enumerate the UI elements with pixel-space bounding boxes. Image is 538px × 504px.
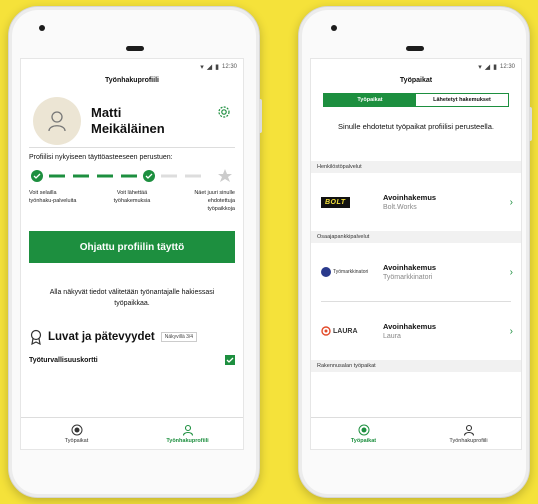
nav-jobs-label: Työpaikat: [350, 437, 377, 444]
job-title: Avoinhakemus: [383, 263, 437, 272]
first-name: Matti: [91, 105, 122, 120]
category-header: Henkilöstöpalvelut: [311, 161, 521, 173]
job-title: Avoinhakemus: [383, 193, 437, 202]
speaker: [126, 46, 144, 51]
chevron-right-icon: ›: [509, 326, 513, 337]
user-icon: [182, 424, 193, 436]
user-name: Matti Meikäläinen: [91, 105, 165, 137]
profile-header: Matti Meikäläinen: [21, 89, 243, 147]
tab-jobs[interactable]: Työpaikat: [324, 94, 416, 106]
bottom-nav: Työpaikat Työnhakuprofiili: [21, 417, 243, 449]
avatar[interactable]: [33, 97, 81, 145]
list-item[interactable]: Työturvallisuuskortti: [29, 353, 235, 367]
step-labels: Voit selailla työnhaku-palveluita Voit l…: [21, 187, 243, 213]
category-header: Rakennusalan työpaikat: [311, 360, 521, 372]
job-item-laura[interactable]: LAURA Avoinhakemus Laura ›: [311, 302, 521, 360]
job-company: Laura: [383, 333, 401, 340]
cert-name: Työturvallisuuskortti: [29, 356, 98, 364]
category-header: Osaajapankkipalvelut: [311, 231, 521, 243]
step-label-3: Näet juuri sinulle ehdotettuja työpaikko…: [194, 190, 235, 212]
step-label-1: Voit selailla työnhaku-palveluita: [29, 190, 77, 204]
progress-track: [31, 169, 232, 182]
clock: 12:30: [499, 64, 515, 70]
target-icon: [71, 424, 82, 435]
nav-jobs[interactable]: Työpaikat: [311, 418, 416, 449]
camera: [39, 25, 45, 31]
page-title: Työnhakuprofiili: [105, 77, 159, 84]
camera: [331, 25, 337, 31]
intro-text: Sinulle ehdotetut työpaikat profiilisi p…: [338, 122, 494, 131]
info-text: Alla näkyvät tiedot välitetään työnantaj…: [49, 289, 215, 307]
nav-jobs-label: Työpaikat: [64, 437, 89, 444]
laura-mark: [321, 326, 331, 336]
chevron-right-icon: ›: [509, 267, 513, 278]
section-title: Luvat ja pätevyydet: [48, 331, 155, 343]
signal-icon: ◢: [206, 64, 213, 71]
nav-profile-label: Työnhakuprofiili: [449, 437, 488, 444]
signal-icon: ◢: [484, 64, 491, 71]
clock: 12:30: [221, 64, 237, 70]
battery-icon: ▮: [493, 64, 497, 71]
laura-logo: LAURA: [321, 322, 371, 340]
jobs-screen: ▾ ◢ ▮ 12:30 Työpaikat Työpaikat Lähetety…: [310, 58, 522, 450]
section-count: Näkyvillä 3/4: [160, 332, 198, 342]
check-icon: [225, 355, 235, 365]
status-bar: ▾ ◢ ▮ 12:30: [21, 59, 243, 75]
tyomarkkinatori-logo-text: Työmarkkinatori: [333, 269, 369, 275]
wifi-icon: ▾: [478, 64, 482, 71]
step-label-2: Voit lähettää työhakemuksia: [113, 190, 151, 204]
ribbon-icon: [30, 329, 42, 345]
completion-text: Profiilisi nykyiseen täyttöasteeseen per…: [29, 154, 173, 161]
job-item-bolt[interactable]: BOLT Avoinhakemus Bolt.Works ›: [311, 173, 521, 231]
job-company: Työmarkkinatori: [383, 274, 433, 281]
nav-profile[interactable]: Työnhakuprofiili: [416, 418, 521, 449]
battery-icon: ▮: [215, 64, 219, 71]
job-item-tyomarkkinatori[interactable]: Työmarkkinatori Avoinhakemus Työmarkkina…: [311, 243, 521, 301]
guided-fill-button[interactable]: Ohjattu profiilin täyttö: [29, 231, 235, 263]
target-icon: [358, 424, 369, 435]
user-icon: [48, 111, 66, 132]
nav-profile-label: Työnhakuprofiili: [166, 437, 209, 444]
profile-screen: ▾ ◢ ▮ 12:30 Työnhakuprofiili Matti Meikä…: [20, 58, 244, 450]
tyomarkkinatori-mark: [321, 267, 331, 277]
speaker: [406, 46, 424, 51]
nav-jobs[interactable]: Työpaikat: [21, 418, 132, 449]
status-bar: ▾ ◢ ▮ 12:30: [311, 59, 521, 75]
nav-profile[interactable]: Työnhakuprofiili: [132, 418, 243, 449]
bolt-logo-text: BOLT: [321, 196, 350, 208]
licenses-section-header[interactable]: Luvat ja pätevyydet Näkyvillä 3/4: [29, 327, 235, 347]
bottom-nav: Työpaikat Työnhakuprofiili: [311, 417, 521, 449]
power-button: [259, 99, 262, 133]
user-icon: [463, 424, 474, 436]
tyomarkkinatori-logo: Työmarkkinatori: [321, 263, 371, 281]
bolt-logo: BOLT: [321, 193, 371, 211]
star-icon: [218, 169, 232, 182]
step-check-1: [31, 170, 43, 182]
job-title: Avoinhakemus: [383, 322, 437, 331]
tab-bar: Työpaikat Lähetetyt hakemukset: [323, 93, 509, 107]
wifi-icon: ▾: [200, 64, 204, 71]
step-check-2: [143, 170, 155, 182]
tab-sent-applications[interactable]: Lähetetyt hakemukset: [416, 94, 508, 106]
gear-icon[interactable]: [217, 105, 231, 119]
laura-logo-text: LAURA: [333, 327, 358, 335]
job-company: Bolt.Works: [383, 204, 417, 211]
profile-progress: [29, 165, 235, 187]
page-title: Työpaikat: [399, 77, 433, 84]
power-button: [529, 107, 532, 141]
last-name: Meikäläinen: [91, 121, 165, 136]
chevron-right-icon: ›: [509, 197, 513, 208]
